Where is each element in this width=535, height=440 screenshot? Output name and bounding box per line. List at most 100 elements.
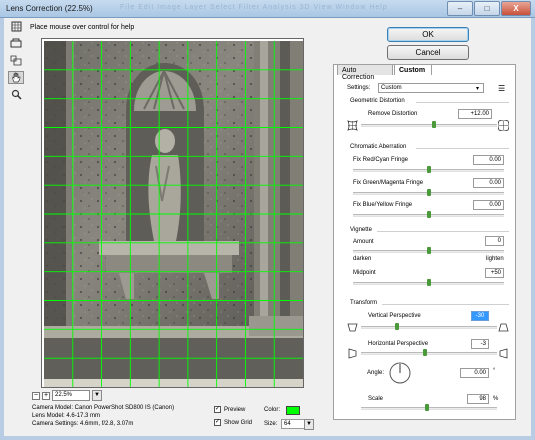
grid-overlay (44, 41, 303, 387)
tab-custom[interactable]: Custom (394, 64, 432, 75)
window-title: Lens Correction (22.5%) (6, 4, 93, 13)
horizontal-perspective-left-icon[interactable] (347, 348, 358, 359)
geometric-divider (416, 102, 509, 103)
tool-strip (6, 20, 28, 105)
settings-label: Settings: (347, 85, 371, 91)
vignette-midpoint-value[interactable]: +50 (485, 268, 504, 278)
grid-color-swatch[interactable] (286, 406, 300, 415)
straighten-tool[interactable] (8, 37, 24, 50)
chromatic-divider (416, 148, 509, 149)
scale-slider[interactable] (361, 407, 497, 410)
close-button[interactable]: X (501, 1, 531, 16)
remove-distortion-tool[interactable] (8, 20, 24, 33)
lens-model-text: Lens Model: 4.6-17.3 mm (32, 413, 101, 419)
zoom-in-button[interactable]: + (42, 391, 50, 400)
vertical-perspective-right-icon[interactable] (498, 322, 509, 333)
preview-checkbox[interactable]: ✓ (214, 406, 221, 413)
vignette-amount-value[interactable]: 0 (485, 236, 504, 246)
preview-area[interactable] (41, 38, 304, 388)
title-bar: Lens Correction (22.5%) File Edit Image … (0, 0, 535, 18)
preview-label: Preview (224, 406, 246, 413)
show-grid-checkbox-row[interactable]: ✓ Show Grid (214, 419, 252, 426)
zoom-tool[interactable] (8, 88, 24, 101)
remove-distortion-slider-thumb[interactable] (432, 121, 436, 128)
red-cyan-slider-thumb[interactable] (427, 166, 431, 173)
horizontal-perspective-right-icon[interactable] (498, 348, 509, 359)
horizontal-perspective-slider[interactable] (361, 352, 497, 355)
remove-distortion-slider[interactable] (361, 124, 497, 127)
green-magenta-label: Fix Green/Magenta Fringe (353, 180, 424, 186)
transform-divider (382, 304, 509, 305)
show-grid-label: Show Grid (224, 419, 253, 426)
grid-color-label: Color: (264, 407, 281, 413)
blue-yellow-slider-thumb[interactable] (427, 211, 431, 218)
settings-dropdown[interactable]: Custom (378, 83, 484, 93)
darken-label: darken (353, 256, 372, 262)
red-cyan-value[interactable]: 0.00 (473, 155, 504, 165)
blue-yellow-label: Fix Blue/Yellow Fringe (353, 202, 413, 208)
cancel-button[interactable]: Cancel (387, 45, 469, 60)
grid-size-dropdown-arrow[interactable]: ▼ (304, 419, 314, 430)
vertical-perspective-left-icon[interactable] (347, 322, 358, 333)
zoom-out-button[interactable]: − (32, 391, 40, 400)
maximize-button[interactable]: □ (474, 1, 500, 16)
scale-unit: % (493, 396, 499, 402)
lighten-label: lighten (486, 256, 504, 262)
ok-button[interactable]: OK (387, 27, 469, 42)
hand-icon (11, 72, 20, 83)
angle-label: Angle: (367, 370, 385, 376)
camera-model-text: Camera Model: Canon PowerShot SD800 IS (… (32, 405, 175, 411)
scale-value[interactable]: 98 (467, 394, 489, 404)
angle-dial[interactable] (389, 362, 411, 384)
grid-size-field[interactable]: 64 (281, 419, 305, 429)
vignette-midpoint-label: Midpoint (353, 270, 376, 276)
vertical-perspective-label: Vertical Perspective (368, 313, 421, 319)
zoom-dropdown-arrow[interactable]: ▼ (92, 390, 102, 401)
angle-unit: ° (493, 368, 496, 374)
move-grid-icon (10, 55, 22, 66)
grid-distort-icon (11, 21, 21, 32)
camera-settings-text: Camera Settings: 4.6mm, f/2.8, 3.07m (32, 421, 134, 427)
remove-distortion-label: Remove Distortion (368, 111, 418, 117)
horizontal-perspective-label: Horizontal Perspective (368, 341, 429, 347)
background-menu-bar: File Edit Image Layer Select Filter Anal… (120, 4, 388, 11)
blue-yellow-value[interactable]: 0.00 (473, 200, 504, 210)
camera-info: Camera Model: Canon PowerShot SD800 IS (… (32, 404, 174, 428)
photo-preview (44, 41, 303, 387)
magnifier-icon (11, 89, 22, 100)
zoom-controls: − + 22.5% ▼ (32, 390, 102, 401)
move-grid-tool[interactable] (8, 54, 24, 67)
horizontal-perspective-value[interactable]: -3 (471, 339, 489, 349)
vertical-perspective-slider-thumb[interactable] (395, 323, 399, 330)
preview-checkbox-row[interactable]: ✓ Preview (214, 406, 245, 413)
vignette-midpoint-slider-thumb[interactable] (427, 279, 431, 286)
grid-size-label: Size: (264, 421, 278, 427)
pincushion-icon[interactable] (347, 120, 358, 131)
help-text: Place mouse over control for help (30, 24, 135, 31)
vertical-perspective-value[interactable]: -30 (471, 311, 489, 321)
settings-menu-icon[interactable]: ☰ (498, 84, 505, 93)
scale-label: Scale (368, 396, 384, 402)
green-magenta-slider-thumb[interactable] (427, 189, 431, 196)
green-magenta-value[interactable]: 0.00 (473, 178, 504, 188)
vignette-amount-label: Amount (353, 239, 374, 245)
minimize-button[interactable]: – (447, 1, 473, 16)
tab-auto-correction[interactable]: Auto Correction (337, 64, 393, 81)
barrel-icon[interactable] (497, 119, 510, 132)
chromatic-aberration-title: Chromatic Aberration (350, 144, 407, 150)
straighten-icon (10, 38, 22, 48)
angle-value[interactable]: 0.00 (460, 368, 489, 378)
vertical-perspective-slider[interactable] (361, 326, 497, 329)
settings-dropdown-arrow[interactable]: ▾ (476, 85, 479, 92)
red-cyan-label: Fix Red/Cyan Fringe (353, 157, 409, 163)
scale-slider-thumb[interactable] (425, 404, 429, 411)
show-grid-checkbox[interactable]: ✓ (214, 419, 221, 426)
hand-tool[interactable] (8, 71, 24, 84)
horizontal-perspective-slider-thumb[interactable] (423, 349, 427, 356)
remove-distortion-value[interactable]: +12.00 (458, 109, 492, 119)
transform-title: Transform (350, 300, 378, 306)
geometric-distortion-title: Geometric Distortion (350, 98, 405, 104)
zoom-level-field[interactable]: 22.5% (52, 390, 90, 401)
vignette-amount-slider-thumb[interactable] (427, 247, 431, 254)
vignette-divider (377, 231, 509, 232)
